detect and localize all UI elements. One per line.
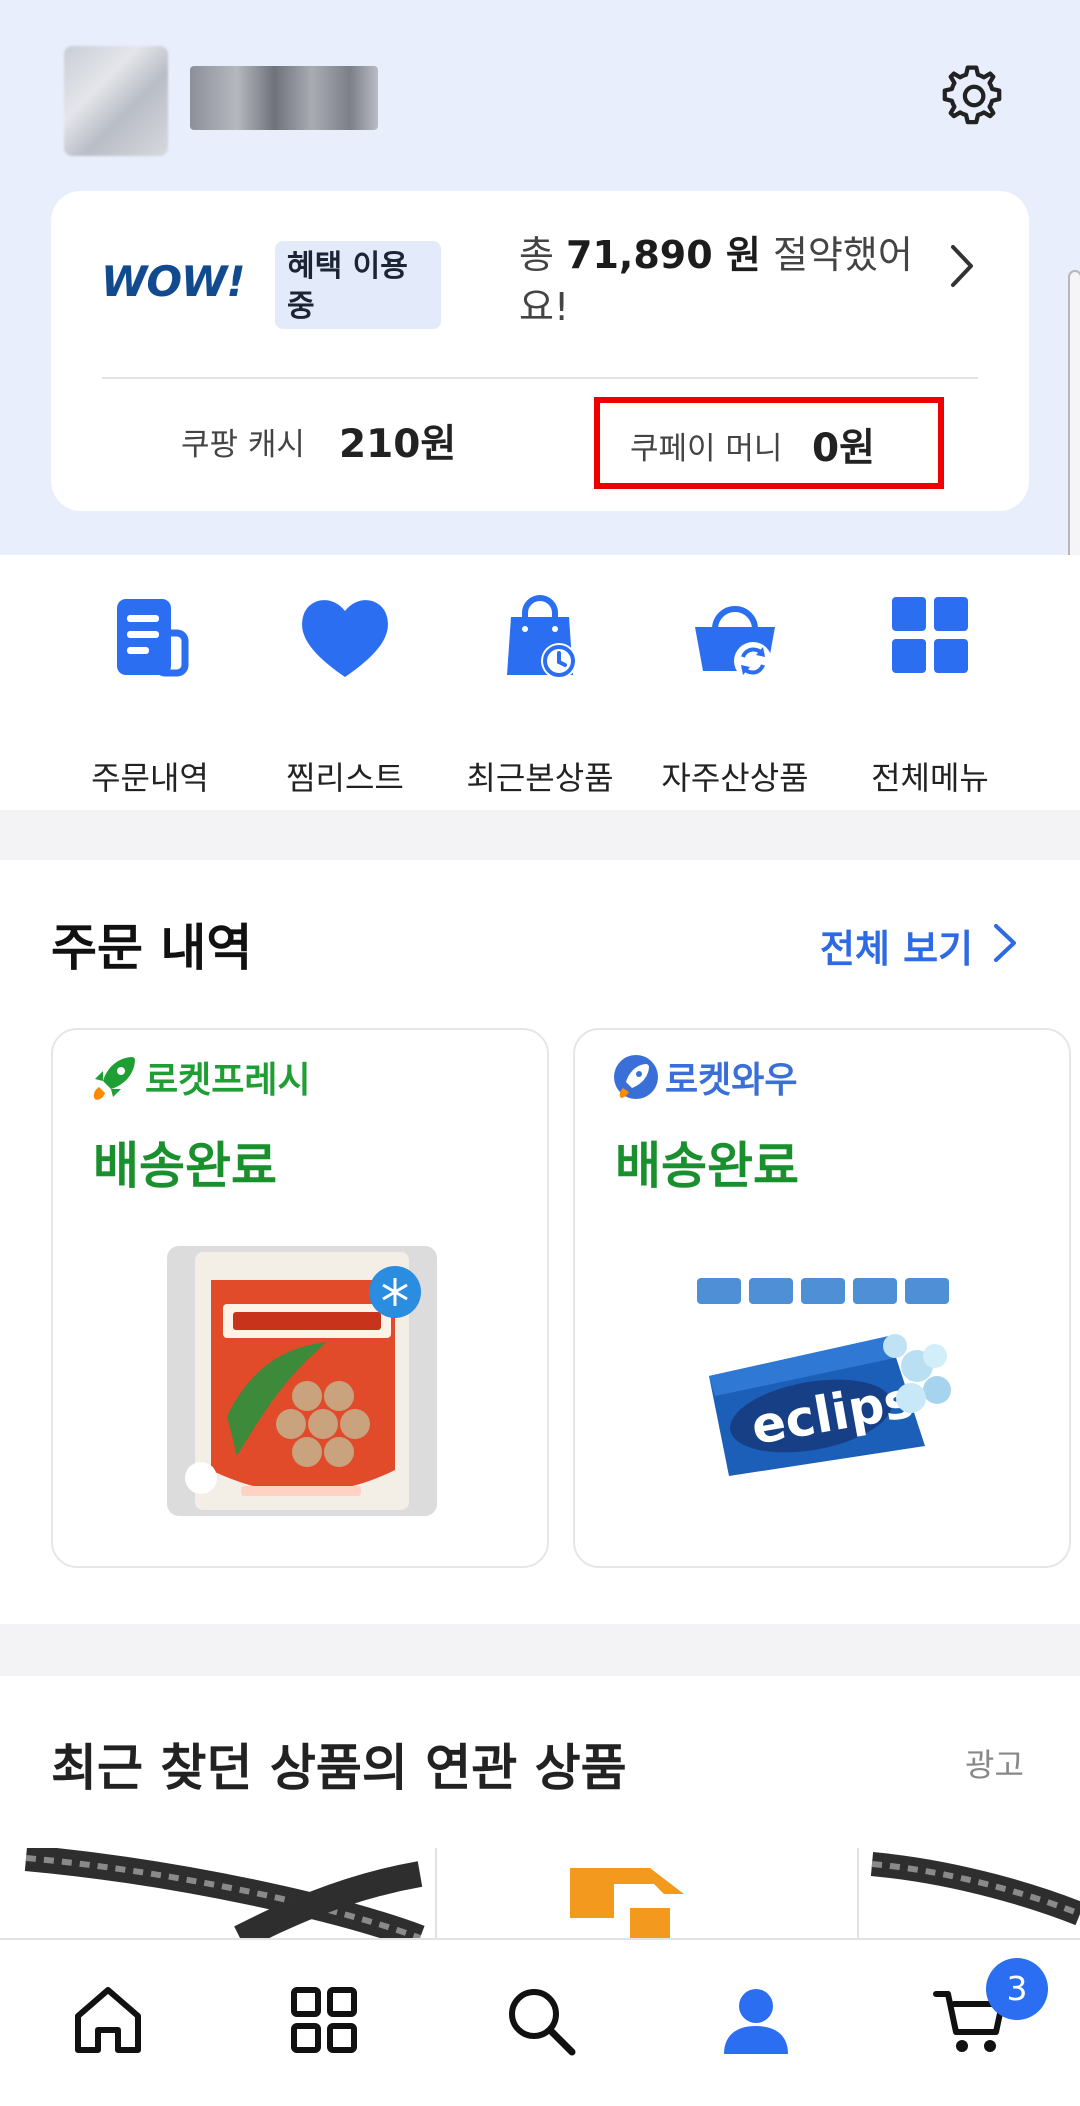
card-divider bbox=[102, 377, 978, 379]
wow-membership-card[interactable]: WOW! 혜택 이용 중 총 71,890 원 절약했어요! 쿠팡 캐시 210… bbox=[51, 191, 1029, 511]
quick-menu-label: 최근본상품 bbox=[466, 759, 614, 797]
coupang-cash-value[interactable]: 210원 bbox=[339, 413, 456, 469]
coupang-cash-label[interactable]: 쿠팡 캐시 bbox=[181, 419, 305, 464]
grid-icon bbox=[892, 597, 968, 673]
wow-benefit-badge: 혜택 이용 중 bbox=[275, 241, 441, 329]
quick-menu-label: 전체메뉴 bbox=[871, 759, 989, 797]
quick-menu-wishlist[interactable]: 찜리스트 bbox=[255, 593, 435, 797]
profile-avatar[interactable] bbox=[64, 46, 168, 156]
quick-menu-label: 주문내역 bbox=[91, 759, 209, 797]
ad-label: 광고 bbox=[965, 1746, 1024, 1784]
heart-icon bbox=[302, 600, 388, 677]
cart-count-badge: 3 bbox=[986, 1958, 1048, 2020]
rocket-fresh-icon bbox=[93, 1057, 135, 1100]
coupay-money-value: 0원 bbox=[812, 426, 876, 471]
rocket-wow-icon bbox=[614, 1055, 658, 1099]
section-divider bbox=[0, 810, 1080, 860]
profile-name-redacted[interactable] bbox=[190, 66, 378, 130]
gear-icon[interactable] bbox=[938, 62, 1006, 130]
my-coupang-page: WOW! 혜택 이용 중 총 71,890 원 절약했어요! 쿠팡 캐시 210… bbox=[0, 0, 1080, 2106]
service-name: 로켓프레시 bbox=[145, 1060, 311, 1101]
category-icon[interactable] bbox=[284, 1980, 364, 2060]
basket-refresh-icon bbox=[695, 606, 775, 680]
service-name: 로켓와우 bbox=[665, 1060, 798, 1101]
quick-menu-orders[interactable]: 주문내역 bbox=[60, 593, 240, 797]
account-header: WOW! 혜택 이용 중 총 71,890 원 절약했어요! 쿠팡 캐시 210… bbox=[0, 0, 1080, 555]
quick-menu-frequently-bought[interactable]: 자주산상품 bbox=[645, 593, 825, 797]
rocket-wow-label: 로켓와우 bbox=[611, 1054, 798, 1101]
receipt-icon bbox=[117, 599, 189, 677]
orders-section-title: 주문 내역 bbox=[51, 919, 253, 977]
savings-summary: 총 71,890 원 절약했어요! bbox=[519, 233, 913, 329]
wow-logo: WOW! bbox=[101, 257, 246, 306]
delivery-status: 배송완료 bbox=[615, 1137, 799, 1195]
chevron-right-icon[interactable] bbox=[990, 920, 1020, 966]
quick-menu-recently-viewed[interactable]: 최근본상품 bbox=[450, 593, 630, 797]
search-icon[interactable] bbox=[500, 1980, 580, 2060]
quick-menu-all[interactable]: 전체메뉴 bbox=[840, 593, 1020, 797]
order-card[interactable]: 로켓프레시 배송완료 bbox=[51, 1028, 549, 1568]
chevron-right-icon[interactable] bbox=[945, 241, 979, 291]
quick-menu-label: 찜리스트 bbox=[286, 759, 404, 797]
order-card[interactable]: 로켓와우 배송완료 eclipse bbox=[573, 1028, 1071, 1568]
dumpling-package-image[interactable] bbox=[167, 1246, 437, 1516]
coupay-money-label: 쿠페이 머니 bbox=[630, 431, 783, 467]
bottom-navigation bbox=[0, 1938, 1080, 2106]
home-icon[interactable] bbox=[68, 1980, 148, 2060]
quick-menu-label: 자주산상품 bbox=[661, 759, 809, 797]
quick-menu: 주문내역 찜리스트 최근본상품 자주산상품 전체메뉴 bbox=[0, 555, 1080, 810]
shopping-bag-clock-icon bbox=[507, 595, 577, 679]
section-divider bbox=[0, 1624, 1080, 1676]
rocket-fresh-label: 로켓프레시 bbox=[89, 1054, 311, 1101]
eclipse-mint-image[interactable]: eclipse bbox=[689, 1246, 959, 1516]
related-products-strip[interactable] bbox=[0, 1848, 1080, 1938]
coupay-money-highlight[interactable]: 쿠페이 머니 0원 bbox=[594, 397, 944, 489]
related-products-title: 최근 찾던 상품의 연관 상품 bbox=[51, 1739, 627, 1797]
view-all-orders-link[interactable]: 전체 보기 bbox=[820, 918, 973, 973]
my-coupang-icon[interactable] bbox=[716, 1980, 796, 2060]
delivery-status: 배송완료 bbox=[93, 1137, 277, 1195]
